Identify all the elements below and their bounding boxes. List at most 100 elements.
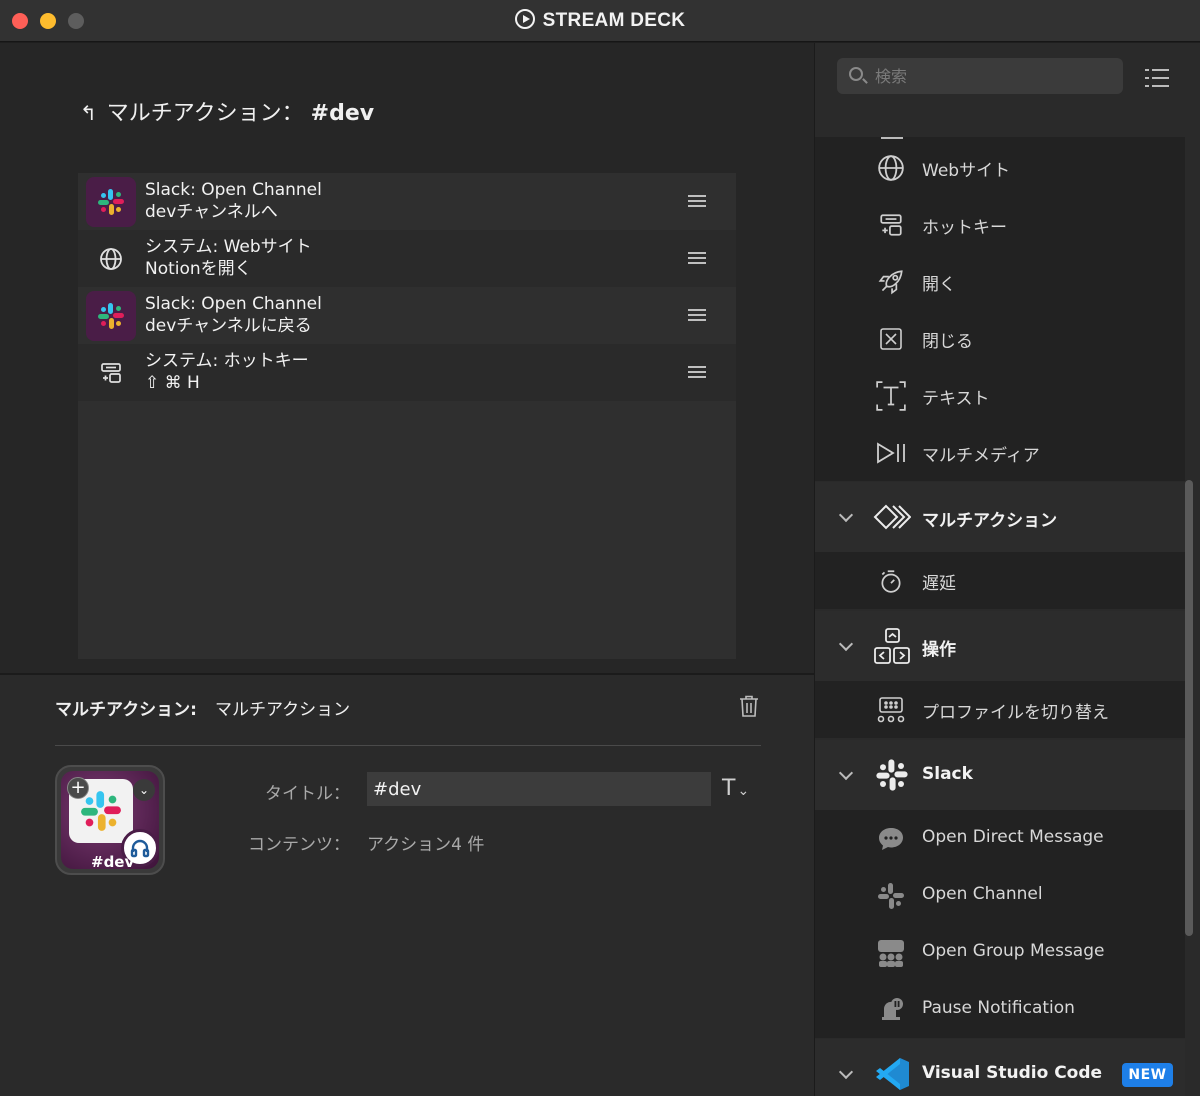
key-title-label: #dev (91, 853, 135, 871)
sidebar-item-delay[interactable]: 遅延 (815, 552, 1185, 609)
actions-sidebar: Webサイト ホットキー 開く 閉じる テキスト マルチメディア マルチアクショ… (814, 43, 1200, 1096)
key-preview[interactable]: #dev + ⌄ (55, 765, 165, 875)
sidebar-item-website[interactable]: Webサイト (815, 139, 1185, 196)
add-icon[interactable]: + (67, 777, 89, 799)
sidebar-item-hotkey[interactable]: ホットキー (815, 196, 1185, 253)
group-label: Visual Studio Code (922, 1063, 1103, 1083)
hotkey-icon (875, 210, 907, 240)
editor-pane: ↰ マルチアクション： #dev Slack: Open Channel devチ… (0, 43, 814, 1096)
sidebar-item-open-dm[interactable]: Open Direct Message (815, 810, 1185, 867)
trash-icon[interactable] (738, 694, 758, 718)
sidebar-scrollbar[interactable] (1185, 480, 1193, 936)
group-slack[interactable]: Slack (815, 740, 1185, 810)
properties-divider (55, 745, 761, 746)
sidebar-item-multimedia[interactable]: マルチメディア (815, 424, 1185, 481)
action-subtitle: devチャンネルへ (145, 202, 278, 222)
sidebar-item-label: Open Direct Message (922, 827, 1104, 847)
group-label: Slack (922, 764, 973, 784)
chevron-down-icon[interactable]: ⌄ (133, 779, 155, 801)
properties-header: マルチアクション: マルチアクション (55, 695, 350, 720)
title-field-label: タイトル： (265, 784, 350, 804)
group-label: マルチアクション (922, 511, 1058, 531)
pane-divider[interactable] (0, 673, 814, 675)
action-text: Slack: Open Channel devチャンネルに戻る (145, 293, 322, 337)
sidebar-item-label: Webサイト (922, 161, 1011, 181)
breadcrumb-prefix: マルチアクション： (106, 101, 304, 126)
action-row[interactable]: Slack: Open Channel devチャンネルへ (78, 173, 736, 230)
back-arrow-icon[interactable]: ↰ (80, 101, 97, 125)
title-input[interactable] (367, 772, 711, 806)
sidebar-item-close[interactable]: 閉じる (815, 310, 1185, 367)
sidebar-item-open[interactable]: 開く (815, 253, 1185, 310)
play-pause-icon (875, 438, 907, 468)
rocket-icon (875, 267, 907, 297)
action-list: Slack: Open Channel devチャンネルへ システム: Webサ… (78, 173, 736, 659)
sidebar-item-label: 閉じる (922, 332, 973, 352)
group-operations[interactable]: 操作 (815, 611, 1185, 681)
chevron-down-icon[interactable] (838, 636, 854, 652)
close-box-icon (875, 324, 907, 354)
new-badge: NEW (1122, 1063, 1173, 1087)
chat-bubble-icon (875, 824, 907, 854)
chevron-down-icon[interactable] (838, 1064, 854, 1080)
group-multi-action[interactable]: マルチアクション (815, 482, 1185, 552)
breadcrumb-name: #dev (310, 101, 375, 126)
text-icon (875, 381, 907, 411)
drag-handle-icon[interactable] (688, 309, 706, 321)
chevron-down-icon: ⌄ (737, 783, 750, 799)
sidebar-item-pause-notification[interactable]: Pause Notification (815, 981, 1185, 1038)
font-icon: T (722, 776, 736, 801)
content-value: アクション4 件 (367, 835, 485, 855)
sidebar-item-label: テキスト (922, 389, 990, 409)
properties-type-value: マルチアクション (214, 700, 351, 720)
sidebar-item-label: Pause Notification (922, 998, 1075, 1018)
drag-handle-icon[interactable] (688, 195, 706, 207)
sidebar-item-switch-profile[interactable]: プロファイルを切り替え (815, 681, 1185, 738)
slack-icon (86, 177, 136, 227)
action-title: システム: Webサイト (145, 237, 312, 257)
vscode-icon (873, 1055, 911, 1093)
search-box[interactable] (837, 58, 1123, 94)
group-vscode[interactable]: Visual Studio Code NEW (815, 1039, 1185, 1096)
action-text: Slack: Open Channel devチャンネルへ (145, 179, 322, 223)
multi-action-editor: ↰ マルチアクション： #dev Slack: Open Channel devチ… (0, 43, 814, 673)
sidebar-item-label: 遅延 (922, 574, 956, 594)
content-field-label: コンテンツ： (248, 835, 350, 855)
properties-type-label: マルチアクション: (55, 700, 197, 720)
profile-switch-icon (875, 695, 907, 725)
slack-icon (86, 291, 136, 341)
pause-notification-icon (875, 995, 907, 1025)
globe-icon (875, 153, 907, 183)
sidebar-item-label: 開く (922, 275, 956, 295)
sidebar-item-text[interactable]: テキスト (815, 367, 1185, 424)
list-view-icon[interactable] (1145, 69, 1169, 87)
breadcrumb[interactable]: ↰ マルチアクション： #dev (80, 95, 374, 127)
action-row[interactable]: システム: ホットキー ⇧ ⌘ H (78, 344, 736, 401)
group-label: 操作 (922, 640, 956, 660)
drag-handle-icon[interactable] (688, 252, 706, 264)
sidebar-item-label: ホットキー (922, 218, 1007, 238)
sidebar-item-label: プロファイルを切り替え (922, 703, 1109, 723)
channel-icon (875, 881, 907, 911)
navigation-icon (873, 627, 911, 665)
sidebar-item-open-group-message[interactable]: Open Group Message (815, 924, 1185, 981)
stream-deck-logo-icon (514, 9, 535, 29)
action-row[interactable]: システム: Webサイト Notionを開く (78, 230, 736, 287)
app-title-text: STREAM DECK (542, 10, 686, 31)
action-row[interactable]: Slack: Open Channel devチャンネルに戻る (78, 287, 736, 344)
action-text: システム: ホットキー ⇧ ⌘ H (145, 350, 309, 394)
sidebar-item-label: マルチメディア (922, 446, 1040, 466)
search-icon (849, 67, 863, 81)
sidebar-item-open-channel[interactable]: Open Channel (815, 867, 1185, 924)
search-input[interactable] (875, 64, 1105, 88)
action-text: システム: Webサイト Notionを開く (145, 236, 312, 280)
sidebar-item-label: Open Channel (922, 884, 1043, 904)
font-settings-button[interactable]: T ⌄ (722, 776, 749, 801)
drag-handle-icon[interactable] (688, 366, 706, 378)
chevron-down-icon[interactable] (838, 765, 854, 781)
multi-action-icon (873, 498, 911, 536)
action-subtitle: devチャンネルに戻る (145, 316, 312, 336)
sidebar-item-label: Open Group Message (922, 941, 1105, 961)
chevron-down-icon[interactable] (838, 507, 854, 523)
group-icon (875, 938, 907, 968)
